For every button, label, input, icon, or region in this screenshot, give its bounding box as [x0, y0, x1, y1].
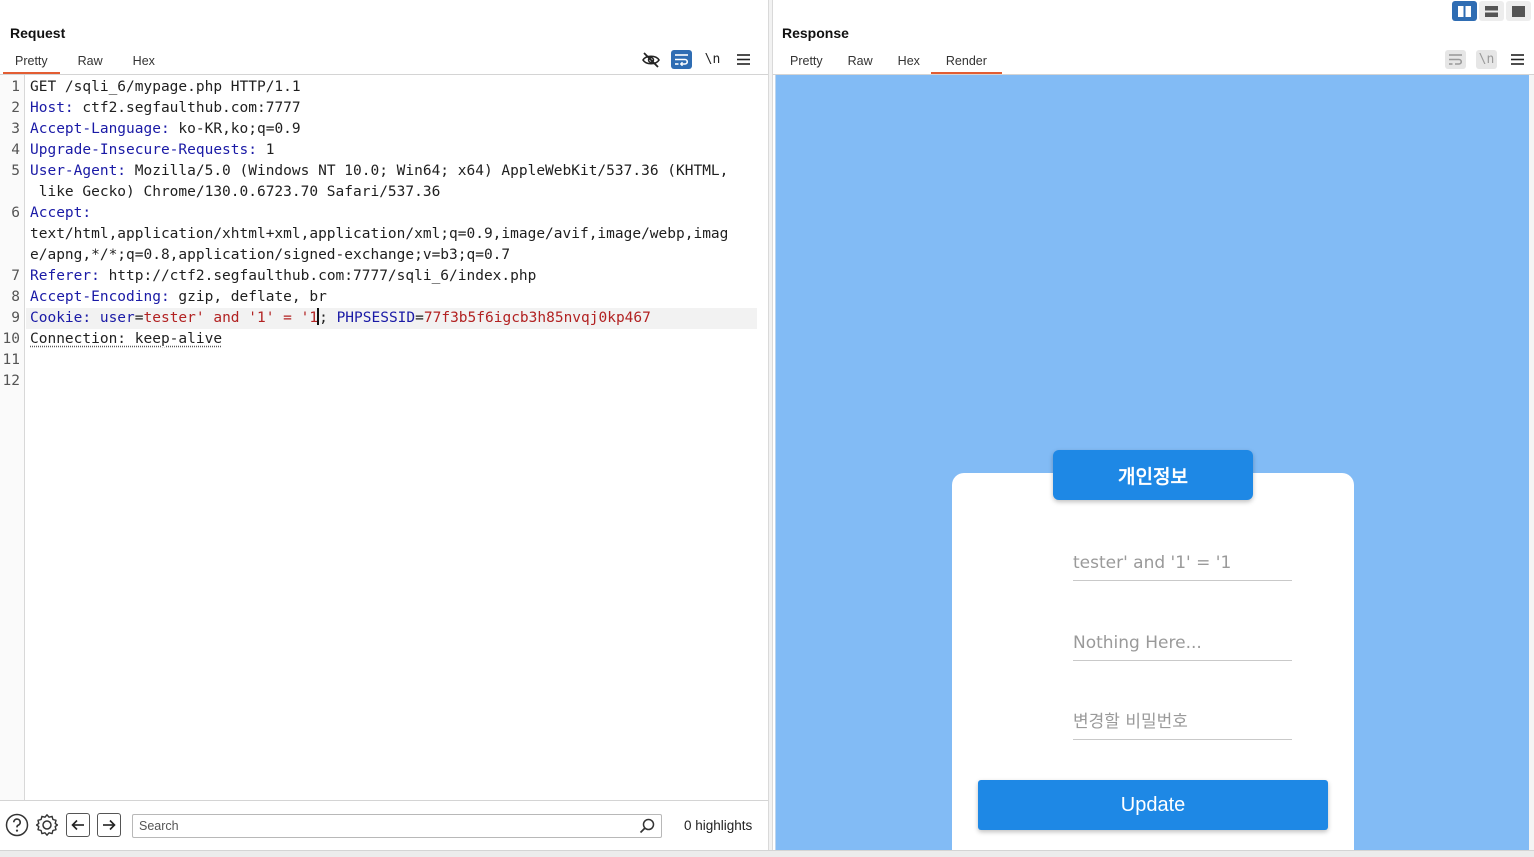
cookie-value: tester' and '1' = '1	[143, 310, 319, 326]
response-tab-render[interactable]: Render	[930, 50, 1002, 74]
search-input[interactable]	[133, 815, 623, 837]
header-name: Cookie:	[30, 310, 92, 326]
username-field[interactable]	[1073, 545, 1292, 581]
request-line-5-wrap: like Gecko) Chrome/130.0.6723.70 Safari/…	[30, 182, 441, 203]
search-icon[interactable]	[639, 818, 655, 834]
header-value: e/apng,*/*;q=0.8,application/signed-exch…	[30, 247, 511, 263]
new-password-field[interactable]	[1073, 704, 1292, 740]
request-toolbar: \n	[640, 50, 754, 69]
response-tab-raw[interactable]: Raw	[834, 50, 884, 74]
request-tab-hex[interactable]: Hex	[115, 50, 167, 74]
response-panel: Response Pretty Raw Hex Render \n 개인정보 U…	[773, 0, 1534, 857]
header-name: Referer:	[30, 268, 100, 284]
line-number: 1	[11, 79, 20, 95]
header-value: 1	[256, 142, 275, 158]
line-number: 9	[11, 310, 20, 326]
request-tabs: Pretty Raw Hex	[3, 50, 167, 74]
cookie-value: 77f3b5f6igcb3h85nvqj0kp467	[423, 310, 651, 326]
highlights-count: 0 highlights	[684, 818, 753, 833]
settings-gear-icon[interactable]	[35, 813, 59, 837]
search-box	[132, 814, 662, 838]
header-value: ctf2.segfaulthub.com:7777	[73, 100, 301, 116]
request-tab-pretty[interactable]: Pretty	[3, 50, 60, 74]
profile-card-header: 개인정보	[1053, 450, 1253, 500]
header-name: User-Agent:	[30, 163, 127, 179]
request-panel: Request Pretty Raw Hex \n 1 2 3 4 5 6 7 …	[0, 0, 768, 857]
cookie-equals: =	[415, 310, 424, 326]
render-view: 개인정보 Update	[775, 75, 1529, 850]
header-name: Accept-Encoding:	[30, 289, 170, 305]
request-line-7: Referer: http://ctf2.segfaulthub.com:777…	[30, 266, 536, 287]
header-value: like Gecko) Chrome/130.0.6723.70 Safari/…	[30, 184, 441, 200]
request-line-3: Accept-Language: ko-KR,ko;q=0.9	[30, 119, 301, 140]
line-number: 7	[11, 268, 20, 284]
render-scrollbar[interactable]	[1529, 75, 1534, 850]
header-value: gzip, deflate, br	[169, 289, 327, 305]
request-line-text: GET /sqli_6/mypage.php HTTP/1.1	[30, 79, 301, 95]
cookie-separator: ;	[319, 310, 328, 326]
line-number: 6	[11, 205, 20, 221]
line-number: 4	[11, 142, 20, 158]
response-tabs: Pretty Raw Hex Render	[776, 50, 1002, 74]
word-wrap-icon[interactable]	[671, 50, 692, 69]
response-tab-hex[interactable]: Hex	[884, 50, 931, 74]
arrow-right-icon	[103, 819, 116, 831]
show-newlines-icon[interactable]: \n	[702, 50, 723, 69]
request-line-8: Accept-Encoding: gzip, deflate, br	[30, 287, 327, 308]
header-value: ko-KR,ko;q=0.9	[169, 121, 301, 137]
cookie-name: PHPSESSID	[327, 310, 416, 326]
request-line-5: User-Agent: Mozilla/5.0 (Windows NT 10.0…	[30, 161, 728, 182]
request-line-6-wrap-1: text/html,application/xhtml+xml,applicat…	[30, 224, 728, 245]
request-editor[interactable]: 1 2 3 4 5 6 7 8 9 10 11 12 GET /sqli_6/m…	[0, 75, 768, 800]
header-name: Host:	[30, 100, 74, 116]
cookie-name: user	[91, 310, 135, 326]
line-number: 2	[11, 100, 20, 116]
help-icon[interactable]	[5, 813, 29, 837]
request-line-6: Accept:	[30, 203, 91, 224]
header-name: Accept-Language:	[30, 121, 170, 137]
next-match-button[interactable]	[97, 813, 121, 837]
cookie-equals: =	[134, 310, 144, 326]
header-value: Mozilla/5.0 (Windows NT 10.0; Win64; x64…	[126, 163, 729, 179]
arrow-left-icon	[71, 819, 84, 831]
update-button[interactable]: Update	[978, 780, 1328, 830]
request-search-bar: 0 highlights	[0, 800, 768, 857]
header-value: text/html,application/xhtml+xml,applicat…	[30, 226, 729, 242]
line-number: 5	[11, 163, 20, 179]
status-strip	[0, 850, 1534, 857]
request-line-10: Connection: keep-alive	[30, 329, 222, 350]
line-number: 8	[11, 289, 20, 305]
request-title: Request	[10, 25, 66, 41]
line-number-gutter: 1 2 3 4 5 6 7 8 9 10 11 12	[0, 75, 25, 800]
response-toolbar: \n	[1445, 50, 1528, 69]
header-value: http://ctf2.segfaulthub.com:7777/sqli_6/…	[99, 268, 537, 284]
menu-icon[interactable]	[1507, 50, 1528, 69]
line-number: 12	[2, 373, 20, 389]
line-number: 11	[2, 352, 20, 368]
show-newlines-icon: \n	[1476, 50, 1497, 69]
line-number: 10	[2, 331, 20, 347]
request-line-1: GET /sqli_6/mypage.php HTTP/1.1	[30, 77, 301, 98]
word-wrap-icon	[1445, 50, 1466, 69]
info-field[interactable]	[1073, 625, 1292, 661]
previous-match-button[interactable]	[66, 813, 90, 837]
request-line-4: Upgrade-Insecure-Requests: 1	[30, 140, 274, 161]
header-name: Accept:	[30, 205, 92, 221]
line-number: 3	[11, 121, 20, 137]
hide-nonprintable-icon[interactable]	[640, 50, 661, 69]
response-tab-pretty[interactable]: Pretty	[776, 50, 834, 74]
request-line-2: Host: ctf2.segfaulthub.com:7777	[30, 98, 301, 119]
header-line-text: Connection: keep-alive	[30, 331, 223, 347]
header-name: Upgrade-Insecure-Requests:	[30, 142, 257, 158]
menu-icon[interactable]	[733, 50, 754, 69]
request-line-6-wrap-2: e/apng,*/*;q=0.8,application/signed-exch…	[30, 245, 510, 266]
response-title: Response	[782, 25, 849, 41]
request-line-9: Cookie: user=tester' and '1' = '1; PHPSE…	[30, 308, 651, 329]
request-tab-raw[interactable]: Raw	[60, 50, 115, 74]
